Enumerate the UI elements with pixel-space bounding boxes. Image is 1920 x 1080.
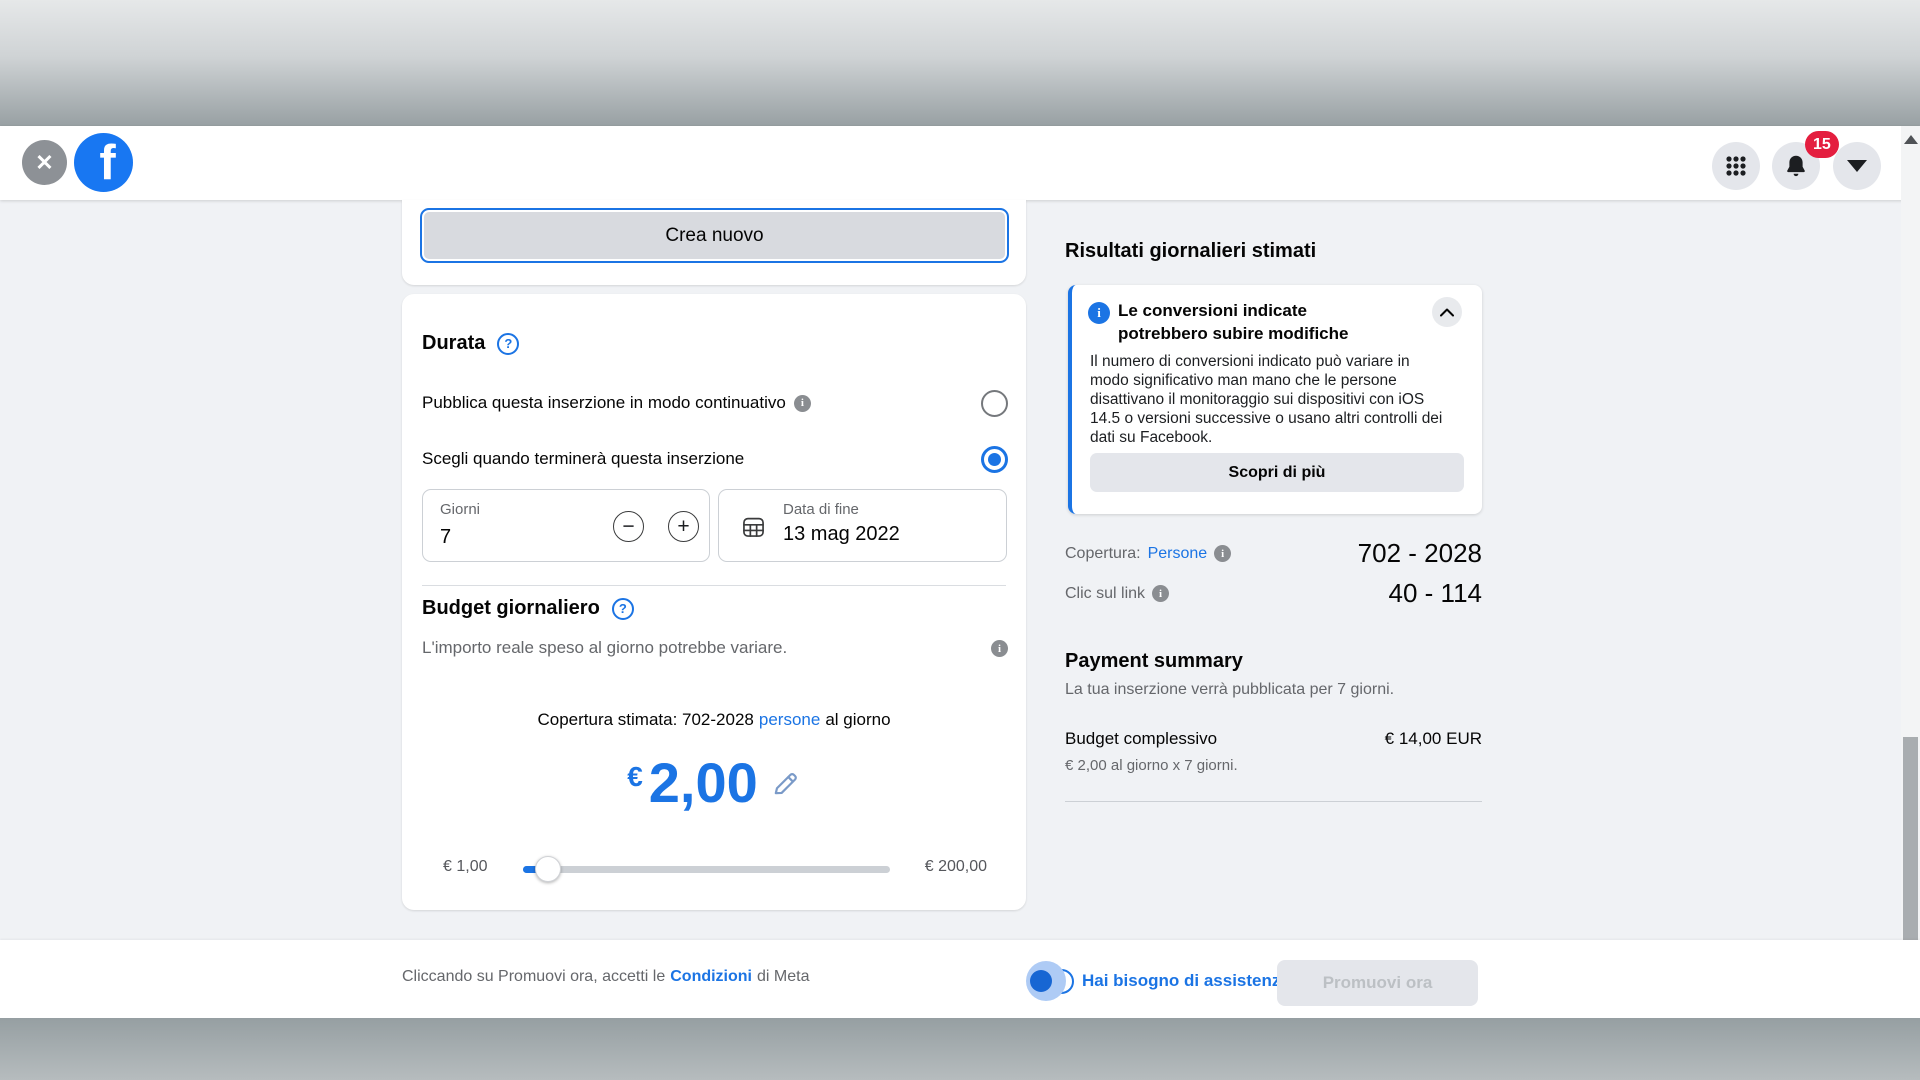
budget-slider-track[interactable] <box>523 866 890 873</box>
end-date-label: Data di fine <box>783 501 859 518</box>
facebook-f-icon: f <box>99 135 115 191</box>
close-button[interactable]: ✕ <box>22 140 67 185</box>
payment-divider <box>1065 801 1482 802</box>
promote-now-button[interactable]: Promuovi ora <box>1277 960 1478 1006</box>
duration-help-icon[interactable]: ? <box>497 333 519 355</box>
end-date-field[interactable]: Data di fine 13 mag 2022 <box>718 489 1007 562</box>
slider-min-label: € 1,00 <box>443 858 487 876</box>
help-label: Hai bisogno di assistenza? <box>1082 971 1300 991</box>
currency-symbol: € <box>627 761 643 793</box>
help-button[interactable]: ? Hai bisogno di assistenza? <box>1026 961 1300 1001</box>
chevron-down-icon <box>1847 160 1867 172</box>
facebook-logo[interactable]: f <box>74 133 133 192</box>
slider-max-label: € 200,00 <box>925 858 987 876</box>
learn-more-button[interactable]: Scopri di più <box>1090 453 1464 492</box>
total-budget-detail: € 2,00 al giorno x 7 giorni. <box>1065 757 1238 774</box>
end-date-value[interactable]: 13 mag 2022 <box>783 523 900 546</box>
notification-badge: 15 <box>1805 131 1839 158</box>
days-field[interactable]: Giorni 7 − + <box>422 489 710 562</box>
payment-summary-title: Payment summary <box>1065 650 1243 673</box>
continuous-info-icon[interactable]: i <box>794 395 811 412</box>
help-notification-dot <box>1026 961 1066 1001</box>
days-value[interactable]: 7 <box>440 526 451 549</box>
minus-icon: − <box>622 515 634 539</box>
account-menu-button[interactable] <box>1833 142 1881 190</box>
terms-suffix: di Meta <box>757 968 809 985</box>
bottom-ambient-band <box>0 1018 1920 1080</box>
reach-label: Copertura: <box>1065 545 1141 563</box>
total-budget-label: Budget complessivo <box>1065 729 1217 749</box>
continuous-option-label: Pubblica questa inserzione in modo conti… <box>422 393 786 413</box>
budget-slider-thumb[interactable] <box>535 856 561 882</box>
apps-menu-button[interactable] <box>1712 142 1760 190</box>
link-clicks-stat-row: Clic sul link i 40 - 114 <box>1065 578 1482 609</box>
daily-budget-amount: € 2,00 <box>402 754 1026 813</box>
notice-collapse-button[interactable] <box>1432 297 1462 327</box>
total-budget-value: € 14,00 EUR <box>1385 729 1482 749</box>
duration-budget-card: Durata ? Pubblica questa inserzione in m… <box>402 294 1026 910</box>
duration-section-title: Durata ? <box>422 332 519 355</box>
clicks-info-icon[interactable]: i <box>1152 585 1169 602</box>
estimate-prefix: Copertura stimata: 702-2028 <box>537 710 753 729</box>
reach-stat-row: Copertura: Persone i 702 - 2028 <box>1065 538 1482 569</box>
terms-prefix: Cliccando su Promuovi ora, accetti le <box>402 968 665 985</box>
create-new-label: Crea nuovo <box>665 225 763 247</box>
end-date-option-row: Scegli quando terminerà questa inserzion… <box>422 449 744 469</box>
duration-title-text: Durata <box>422 332 485 355</box>
budget-subtitle: L'importo reale speso al giorno potrebbe… <box>422 638 787 658</box>
vertical-scrollbar[interactable] <box>1901 126 1920 1018</box>
chevron-up-icon <box>1440 308 1454 317</box>
conversions-notice-card: i Le conversioni indicate potrebbero sub… <box>1068 285 1482 514</box>
continuous-option-row: Pubblica questa inserzione in modo conti… <box>422 393 811 413</box>
end-date-option-label: Scegli quando terminerà questa inserzion… <box>422 449 744 469</box>
budget-amount-value[interactable]: 2,00 <box>649 754 758 813</box>
budget-section-title: Budget giornaliero ? <box>422 597 634 620</box>
budget-title-text: Budget giornaliero <box>422 597 600 620</box>
top-bar: ✕ f 15 <box>0 126 1920 200</box>
clicks-label: Clic sul link <box>1065 585 1145 603</box>
close-icon: ✕ <box>35 150 53 176</box>
terms-line: Cliccando su Promuovi ora, accetti le Con… <box>402 968 809 986</box>
budget-help-icon[interactable]: ? <box>612 598 634 620</box>
reach-people-link[interactable]: Persone <box>1148 545 1208 563</box>
terms-conditions-link[interactable]: Condizioni <box>670 968 752 985</box>
results-panel-title: Risultati giornalieri stimati <box>1065 240 1316 263</box>
reach-info-icon[interactable]: i <box>1214 545 1231 562</box>
total-budget-row: Budget complessivo € 14,00 EUR <box>1065 729 1482 749</box>
plus-icon: + <box>677 515 689 539</box>
creative-card: Crea nuovo <box>402 200 1026 285</box>
clicks-value: 40 - 114 <box>1389 578 1482 609</box>
payment-summary-subtitle: La tua inserzione verrà pubblicata per 7… <box>1065 681 1394 699</box>
apps-grid-icon <box>1724 154 1748 178</box>
scroll-up-arrow-icon[interactable] <box>1904 135 1918 144</box>
reach-label-group: Copertura: Persone i <box>1065 545 1231 563</box>
create-new-button[interactable]: Crea nuovo <box>420 208 1009 263</box>
clicks-label-group: Clic sul link i <box>1065 585 1169 603</box>
promote-now-label: Promuovi ora <box>1323 973 1433 993</box>
estimate-suffix: al giorno <box>825 710 890 729</box>
budget-info-icon[interactable]: i <box>991 640 1008 657</box>
notice-info-icon: i <box>1088 302 1110 324</box>
boost-post-page: ✕ f 15 <box>0 0 1920 1080</box>
end-date-radio[interactable] <box>981 446 1008 473</box>
estimate-people-link[interactable]: persone <box>759 710 820 729</box>
footer-bar: Cliccando su Promuovi ora, accetti le Con… <box>0 940 1920 1018</box>
days-label: Giorni <box>440 501 480 518</box>
section-divider <box>422 585 1006 586</box>
reach-value: 702 - 2028 <box>1358 538 1482 569</box>
calendar-icon <box>740 513 767 540</box>
notice-body: Il numero di conversioni indicato può va… <box>1090 353 1452 448</box>
edit-pencil-icon[interactable] <box>770 768 801 799</box>
top-ambient-band <box>0 0 1920 126</box>
learn-more-label: Scopri di più <box>1229 464 1326 482</box>
continuous-radio[interactable] <box>981 390 1008 417</box>
days-increment-button[interactable]: + <box>668 511 699 542</box>
estimated-reach-line: Copertura stimata: 702-2028 persone al gio… <box>402 710 1026 730</box>
days-decrement-button[interactable]: − <box>613 511 644 542</box>
notice-title: Le conversioni indicate potrebbero subir… <box>1118 300 1374 345</box>
bell-icon <box>1783 153 1809 179</box>
